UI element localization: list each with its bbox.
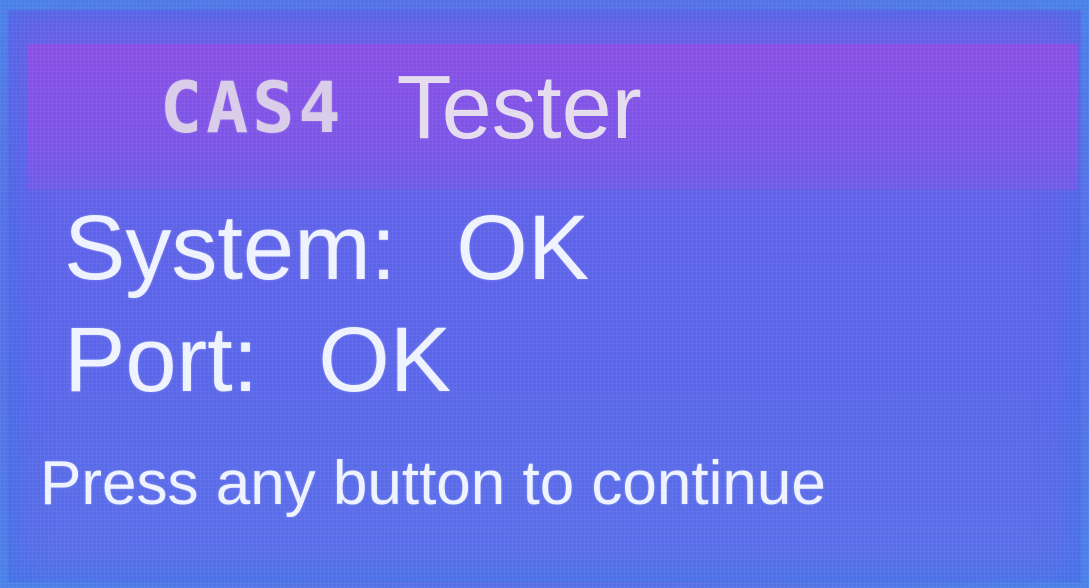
port-status-value: OK [318,309,452,411]
system-status-line: System: OK [64,196,589,301]
product-name: Tester [396,57,642,158]
port-status-label: Port: [64,309,259,411]
brand-name: CAS4 [160,67,345,149]
system-status-value: OK [456,197,590,299]
title-row: CAS4 Tester [160,58,642,158]
continue-prompt: Press any button to continue [40,449,826,518]
port-status-line: Port: OK [64,308,451,413]
system-status-label: System: [64,197,397,299]
lcd-screen: CAS4 Tester System: OK Port: OK Press any … [0,0,1089,588]
